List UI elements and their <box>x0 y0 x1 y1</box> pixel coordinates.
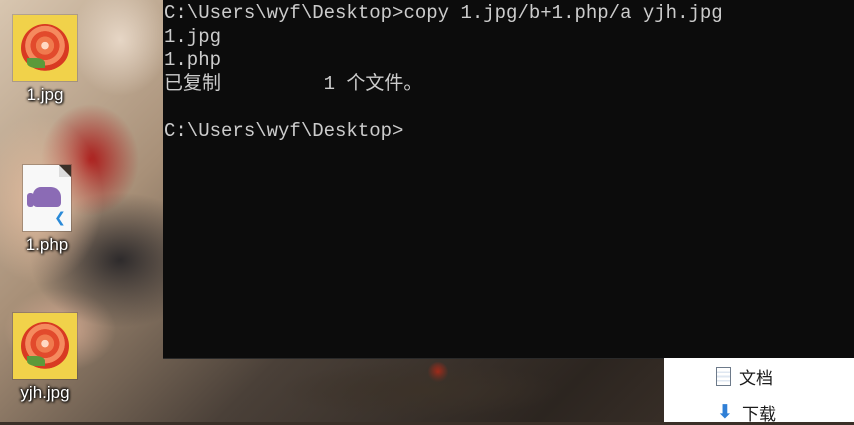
command-prompt-window[interactable]: C:\Users\wyf\Desktop>copy 1.jpg/b+1.php/… <box>163 0 854 359</box>
desktop-icon-yjh-jpg[interactable]: yjh.jpg <box>5 313 85 403</box>
explorer-nav-pane: 文档 ⬇ 下载 <box>664 358 854 425</box>
download-arrow-icon: ⬇ <box>717 401 733 423</box>
document-icon <box>716 367 731 386</box>
rose-image-icon <box>21 24 69 72</box>
php-file-icon: ❮ <box>23 165 71 231</box>
console-line-output: 1.php <box>164 49 222 71</box>
console-line-output: 1.jpg <box>164 25 222 48</box>
nav-item-label: 文档 <box>739 369 773 389</box>
desktop-icon-label: 1.jpg <box>26 85 64 104</box>
rose-image-icon <box>21 322 69 370</box>
console-line-command: C:\Users\wyf\Desktop>copy 1.jpg/b+1.php/… <box>164 2 723 24</box>
console-line-prompt: C:\Users\wyf\Desktop> <box>164 119 404 142</box>
php-elephant-icon <box>27 187 61 207</box>
nav-item-downloads[interactable]: ⬇ 下载 <box>716 400 776 425</box>
desktop-icon-1-jpg[interactable]: 1.jpg <box>5 15 85 105</box>
console-line-result: 已复制 1 个文件。 <box>164 72 423 95</box>
vscode-badge-icon: ❮ <box>54 210 66 226</box>
image-thumbnail-icon <box>13 313 77 379</box>
image-thumbnail-icon <box>13 15 77 81</box>
nav-item-label: 下载 <box>742 405 776 425</box>
desktop-icon-label: yjh.jpg <box>20 383 70 402</box>
desktop-icon-1-php[interactable]: ❮ 1.php <box>7 165 87 255</box>
desktop-icon-label: 1.php <box>25 235 69 254</box>
nav-item-documents[interactable]: 文档 <box>716 364 773 389</box>
console-output[interactable]: C:\Users\wyf\Desktop>copy 1.jpg/b+1.php/… <box>163 0 854 143</box>
